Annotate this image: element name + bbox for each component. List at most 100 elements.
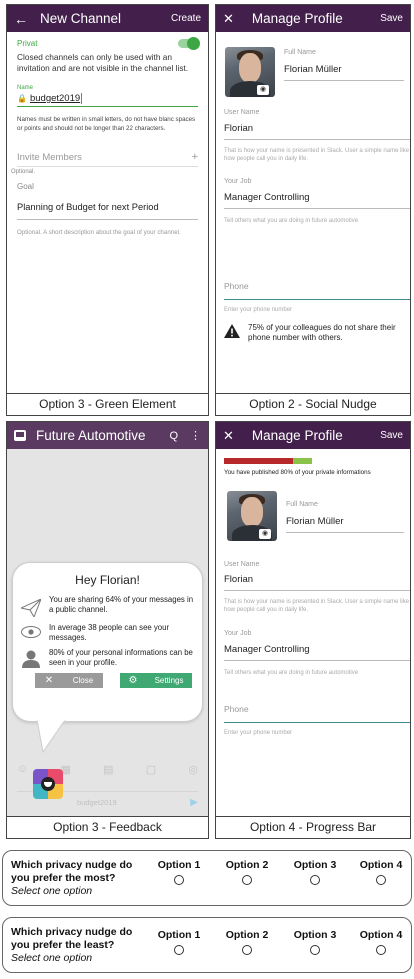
radio-option-2[interactable] bbox=[242, 945, 252, 955]
caption-progress: Option 4 - Progress Bar bbox=[216, 816, 410, 838]
question-text-container: Which privacy nudge do you prefer the mo… bbox=[11, 859, 146, 898]
goal-value: Planning of Budget for next Period bbox=[17, 202, 159, 212]
job-input[interactable]: Manager Controlling bbox=[224, 637, 410, 661]
option-2[interactable]: Option 2 bbox=[215, 859, 279, 885]
camera-icon[interactable]: ◉ bbox=[259, 529, 271, 539]
option-4[interactable]: Option 4 bbox=[349, 929, 413, 955]
privat-description: Closed channels can only be used with an… bbox=[17, 52, 189, 73]
close-icon[interactable]: ✕ bbox=[223, 428, 234, 444]
feedback-item-1: You are sharing 64% of your messages in … bbox=[49, 595, 194, 614]
job-label: Your Job bbox=[224, 630, 252, 637]
privat-toggle[interactable] bbox=[178, 37, 200, 50]
lock-icon: 🔒 bbox=[17, 94, 27, 103]
radio-option-2[interactable] bbox=[242, 875, 252, 885]
full-name-label: Full Name bbox=[284, 49, 316, 56]
close-icon[interactable]: ✕ bbox=[223, 11, 234, 27]
job-hint: Tell others what you are doing in future… bbox=[224, 670, 359, 676]
option-1[interactable]: Option 1 bbox=[147, 929, 211, 955]
screen-title: New Channel bbox=[40, 11, 122, 26]
panel-social-nudge: ✕ Manage Profile Save ◉ Full Name Floria… bbox=[215, 4, 411, 416]
radio-option-3[interactable] bbox=[310, 945, 320, 955]
progress-bar bbox=[224, 458, 312, 464]
app-bar: Future Automotive Q ⋮ bbox=[7, 422, 208, 449]
eye-icon bbox=[21, 626, 41, 638]
panel-progress-bar: ✕ Manage Profile Save You have published… bbox=[215, 421, 411, 839]
more-icon[interactable]: ⋮ bbox=[190, 429, 201, 442]
question-least-preferred: Which privacy nudge do you prefer the le… bbox=[2, 917, 412, 973]
avatar[interactable]: ◉ bbox=[225, 47, 275, 97]
save-button[interactable]: Save bbox=[380, 430, 403, 441]
radio-option-1[interactable] bbox=[174, 875, 184, 885]
full-name-input[interactable]: Florian Müller bbox=[286, 508, 404, 533]
radio-option-4[interactable] bbox=[376, 875, 386, 885]
job-label: Your Job bbox=[224, 178, 252, 185]
warning-icon bbox=[224, 324, 240, 338]
optional-label: Optional. bbox=[11, 169, 36, 175]
person-icon bbox=[22, 650, 40, 668]
greeting: Hey Florian! bbox=[75, 573, 140, 587]
emoji-icon: ☺ bbox=[17, 763, 29, 775]
invite-members-row[interactable]: Invite Members + bbox=[17, 151, 198, 167]
option-1[interactable]: Option 1 bbox=[147, 859, 211, 885]
full-name-value: Florian Müller bbox=[286, 516, 344, 527]
camera-icon[interactable]: ◉ bbox=[257, 85, 269, 95]
settings-button[interactable]: ⚙ Settings bbox=[120, 673, 192, 688]
app-bar: ✕ Manage Profile Save bbox=[216, 422, 410, 449]
privat-label: Privat bbox=[17, 39, 38, 48]
option-label: Option 1 bbox=[157, 859, 201, 871]
back-arrow-icon[interactable]: ← bbox=[14, 11, 28, 27]
job-input[interactable]: Manager Controlling bbox=[224, 185, 410, 209]
option-label: Option 3 bbox=[293, 859, 337, 871]
job-value: Manager Controlling bbox=[224, 644, 310, 655]
option-3[interactable]: Option 3 bbox=[283, 929, 347, 955]
question-text: Which privacy nudge do you prefer the le… bbox=[11, 926, 133, 951]
feedback-item-2: In average 38 people can see your messag… bbox=[49, 623, 170, 642]
username-input[interactable]: Florian bbox=[224, 568, 410, 591]
settings-label: Settings bbox=[154, 676, 184, 685]
close-button[interactable]: ✕ Close bbox=[35, 673, 103, 688]
full-name-input[interactable]: Florian Müller bbox=[284, 56, 404, 81]
create-button[interactable]: Create bbox=[171, 13, 201, 24]
option-2[interactable]: Option 2 bbox=[215, 929, 279, 955]
caption-feedback: Option 3 - Feedback bbox=[7, 816, 208, 838]
warning-text: 75% of your colleagues do not share thei… bbox=[248, 323, 396, 342]
at-icon: ◎ bbox=[188, 764, 198, 776]
username-hint: That is how your name is presented in Sl… bbox=[224, 599, 410, 613]
panel-feedback: Future Automotive Q ⋮ ☺ ▦ ▤ ▢ ◎ budget20… bbox=[6, 421, 209, 839]
username-label: User Name bbox=[224, 561, 260, 568]
screen-title: Manage Profile bbox=[251, 11, 343, 26]
username-value: Florian bbox=[224, 574, 254, 585]
question-subtext: Select one option bbox=[11, 885, 93, 897]
radio-option-3[interactable] bbox=[310, 875, 320, 885]
progress-text: You have published 80% of your private i… bbox=[224, 469, 371, 476]
question-text-container: Which privacy nudge do you prefer the le… bbox=[11, 926, 146, 965]
progress-fill-green bbox=[292, 458, 312, 464]
avatar[interactable]: ◉ bbox=[227, 491, 277, 541]
goal-label: Goal bbox=[17, 182, 34, 191]
option-3[interactable]: Option 3 bbox=[283, 859, 347, 885]
phone-input[interactable]: Phone bbox=[224, 276, 410, 300]
app-bar: ✕ Manage Profile Save bbox=[216, 5, 410, 32]
bot-avatar[interactable] bbox=[33, 769, 63, 799]
gear-icon: ⚙ bbox=[128, 675, 138, 686]
workspace-icon[interactable] bbox=[14, 430, 26, 441]
plus-icon[interactable]: + bbox=[192, 151, 198, 163]
screen-title: Manage Profile bbox=[251, 428, 343, 443]
search-icon[interactable]: Q bbox=[169, 430, 178, 442]
phone-input[interactable]: Phone bbox=[224, 699, 410, 723]
bubble-tail bbox=[37, 720, 66, 754]
username-value: Florian bbox=[224, 123, 254, 134]
clip-icon: ▢ bbox=[145, 764, 157, 776]
username-input[interactable]: Florian bbox=[224, 116, 410, 140]
background-channel: budget2019 bbox=[77, 798, 117, 807]
file-icon: ▤ bbox=[103, 764, 114, 776]
radio-option-1[interactable] bbox=[174, 945, 184, 955]
save-button[interactable]: Save bbox=[380, 13, 403, 24]
close-icon: ✕ bbox=[44, 675, 54, 686]
channel-name-input[interactable]: 🔒 budget2019 bbox=[17, 93, 198, 107]
phone-hint: Enter your phone number bbox=[224, 307, 293, 313]
phone-label: Phone bbox=[224, 281, 249, 291]
option-4[interactable]: Option 4 bbox=[349, 859, 413, 885]
radio-option-4[interactable] bbox=[376, 945, 386, 955]
goal-input[interactable]: Planning of Budget for next Period bbox=[17, 194, 198, 220]
